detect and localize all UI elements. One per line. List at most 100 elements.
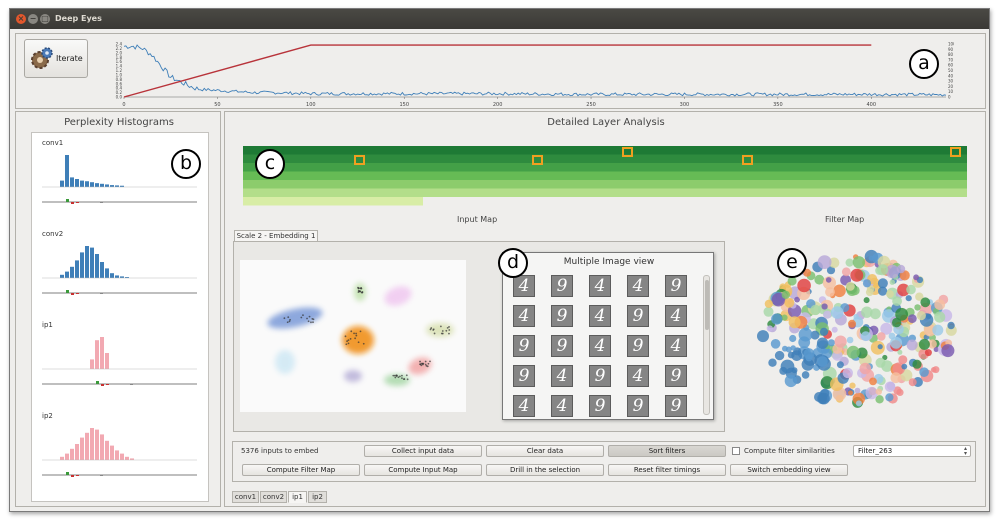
input-point[interactable] [344, 335, 347, 338]
input-point[interactable] [439, 325, 442, 328]
filter-point[interactable] [803, 348, 815, 360]
input-point[interactable] [286, 321, 289, 324]
input-cluster[interactable] [406, 354, 434, 377]
filter-point[interactable] [814, 274, 825, 285]
filter-point[interactable] [875, 388, 882, 395]
filter-point[interactable] [819, 327, 829, 336]
input-cluster[interactable] [266, 303, 325, 332]
digit-thumbnail[interactable]: 9 [513, 335, 535, 357]
digit-thumbnail[interactable]: 9 [627, 395, 649, 417]
filter-point[interactable] [862, 279, 872, 288]
filter-point[interactable] [889, 279, 895, 285]
filter-point[interactable] [780, 359, 795, 374]
filter-point[interactable] [845, 281, 855, 291]
input-point[interactable] [300, 316, 303, 319]
input-point[interactable] [312, 318, 315, 321]
iterate-button[interactable]: Iterate [24, 39, 88, 78]
filter-point[interactable] [892, 317, 902, 328]
filter-point[interactable] [848, 319, 856, 328]
filter-point[interactable] [768, 358, 777, 367]
digit-thumbnail[interactable]: 4 [551, 365, 573, 387]
filter-point[interactable] [877, 344, 883, 350]
digit-thumbnail[interactable]: 4 [589, 305, 611, 327]
filter-point[interactable] [912, 359, 922, 369]
filter-point[interactable] [941, 344, 955, 358]
input-point[interactable] [357, 341, 360, 344]
input-point[interactable] [307, 320, 310, 323]
input-point[interactable] [359, 290, 361, 293]
input-point[interactable] [424, 360, 427, 363]
filter-point[interactable] [846, 336, 854, 344]
filter-point[interactable] [892, 296, 902, 306]
digit-thumbnail[interactable]: 9 [551, 335, 573, 357]
filter-point[interactable] [817, 356, 828, 367]
compute-input-map-button[interactable]: Compute Input Map [364, 464, 482, 476]
scrollbar-thumb[interactable] [705, 280, 709, 330]
input-point[interactable] [405, 374, 408, 377]
filter-point[interactable] [908, 378, 917, 387]
input-point[interactable] [419, 360, 421, 363]
input-cluster[interactable] [344, 370, 362, 382]
input-point[interactable] [349, 337, 352, 340]
input-cluster[interactable] [342, 326, 374, 354]
input-point[interactable] [357, 287, 360, 290]
filter-point[interactable] [914, 304, 921, 311]
input-point[interactable] [401, 377, 403, 380]
filter-point[interactable] [886, 290, 894, 298]
switch-embedding-view-button[interactable]: Switch embedding view [730, 464, 848, 476]
filter-point[interactable] [916, 311, 926, 321]
tab-layer-conv2[interactable]: conv2 [260, 491, 287, 503]
input-point[interactable] [432, 328, 435, 331]
filter-point[interactable] [842, 367, 853, 379]
tab-layer-conv1[interactable]: conv1 [232, 491, 259, 503]
digit-thumbnail[interactable]: 9 [665, 395, 687, 417]
input-point[interactable] [427, 362, 430, 365]
digit-thumbnail[interactable]: 4 [665, 335, 687, 357]
filter-point[interactable] [798, 327, 813, 342]
input-point[interactable] [347, 339, 350, 342]
filter-point[interactable] [869, 377, 877, 386]
input-point[interactable] [406, 378, 409, 381]
maximize-window-icon[interactable]: □ [40, 14, 50, 24]
input-point[interactable] [446, 326, 449, 329]
input-point[interactable] [288, 320, 291, 323]
input-point[interactable] [287, 316, 290, 319]
filter-point[interactable] [905, 295, 912, 302]
input-point[interactable] [312, 321, 314, 324]
input-point[interactable] [308, 315, 311, 318]
input-point[interactable] [445, 329, 448, 332]
filter-point[interactable] [788, 316, 801, 329]
filter-point[interactable] [896, 388, 904, 396]
filter-point[interactable] [781, 314, 788, 321]
filter-point[interactable] [771, 313, 783, 325]
heatmap-row[interactable] [243, 180, 967, 189]
input-point[interactable] [362, 342, 365, 345]
filter-point[interactable] [934, 311, 946, 323]
input-point[interactable] [360, 286, 363, 289]
filter-point[interactable] [852, 256, 866, 269]
filter-point[interactable] [877, 278, 888, 289]
filter-point[interactable] [932, 366, 940, 374]
digit-thumbnail[interactable]: 9 [589, 365, 611, 387]
input-point[interactable] [359, 330, 362, 333]
digit-thumbnail[interactable]: 4 [627, 365, 649, 387]
filter-point[interactable] [863, 297, 870, 304]
filter-point[interactable] [834, 335, 847, 348]
input-point[interactable] [420, 364, 423, 367]
filter-point[interactable] [890, 372, 902, 384]
heatmap-row[interactable] [243, 171, 967, 181]
filter-point[interactable] [924, 349, 932, 357]
filter-point[interactable] [825, 277, 832, 283]
digit-thumbnail[interactable]: 4 [665, 305, 687, 327]
heatmap-row[interactable] [243, 188, 967, 198]
compute-filter-map-button[interactable]: Compute Filter Map [242, 464, 360, 476]
input-point[interactable] [306, 317, 308, 320]
filter-point[interactable] [877, 264, 889, 276]
filter-point[interactable] [907, 314, 917, 323]
digit-thumbnail[interactable]: 9 [551, 275, 573, 297]
filter-point[interactable] [901, 363, 908, 370]
input-point[interactable] [441, 332, 444, 335]
input-point[interactable] [430, 327, 433, 329]
filter-point[interactable] [790, 345, 796, 351]
filter-point[interactable] [810, 304, 821, 316]
